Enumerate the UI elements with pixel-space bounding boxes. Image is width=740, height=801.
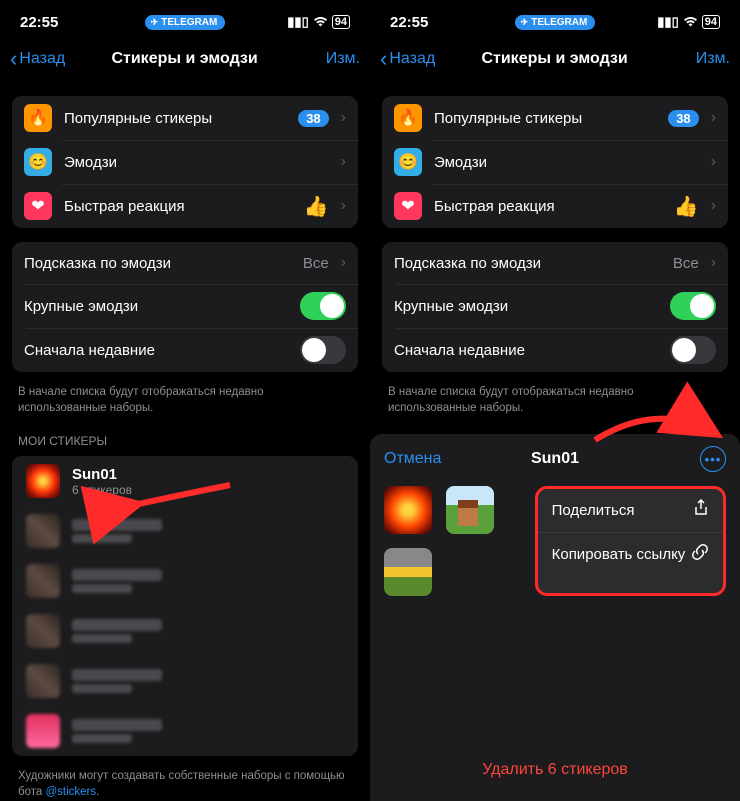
page-title: Стикеры и эмодзи <box>435 50 674 68</box>
chevron-right-icon: › <box>341 254 346 272</box>
status-right: ▮▮▯ 94 <box>640 14 720 30</box>
chevron-right-icon: › <box>341 153 346 171</box>
row-emoji[interactable]: 😊 Эмодзи › <box>382 140 728 184</box>
status-time: 22:55 <box>390 14 470 31</box>
row-large-emoji[interactable]: Крупные эмодзи <box>382 284 728 328</box>
group-settings: Подсказка по эмодзи Все › Крупные эмодзи… <box>12 242 358 372</box>
group-main: 🔥 Популярные стикеры 38 › 😊 Эмодзи › ❤ Б… <box>12 96 358 228</box>
chevron-right-icon: › <box>711 153 716 171</box>
chevron-right-icon: › <box>711 109 716 127</box>
link-icon <box>691 543 709 566</box>
menu-copy-link[interactable]: Копировать ссылку <box>538 532 723 576</box>
sticker-thumb-sun <box>26 464 60 498</box>
battery-icon: 94 <box>332 15 350 29</box>
context-menu: Поделиться Копировать ссылку <box>535 486 726 596</box>
sticker-set-blurred[interactable] <box>12 656 358 706</box>
toggle-large-emoji[interactable] <box>300 292 346 320</box>
row-recent-first[interactable]: Сначала недавние <box>382 328 728 372</box>
stickers-bot-link[interactable]: @stickers <box>45 786 96 798</box>
back-button[interactable]: ‹ Назад <box>10 50 65 68</box>
fire-icon: 🔥 <box>24 104 52 132</box>
more-button[interactable]: ••• <box>636 446 726 472</box>
settings-footer: В начале списка будут отображаться недав… <box>0 378 370 416</box>
heart-icon: ❤ <box>24 192 52 220</box>
status-bar: 22:55 ✈ TELEGRAM ▮▮▯ 94 <box>0 0 370 40</box>
sticker-house[interactable] <box>446 486 494 534</box>
sticker-set-sheet: Отмена Sun01 ••• Поделиться Копи <box>370 434 740 801</box>
fire-icon: 🔥 <box>394 104 422 132</box>
group-main: 🔥 Популярные стикеры 38 › 😊 Эмодзи › ❤ Б… <box>382 96 728 228</box>
row-suggest-emoji[interactable]: Подсказка по эмодзи Все › <box>382 242 728 284</box>
toggle-recent-first[interactable] <box>300 336 346 364</box>
telegram-pill[interactable]: ✈ TELEGRAM <box>145 15 226 30</box>
row-quick-reaction[interactable]: ❤ Быстрая реакция 👍 › <box>12 184 358 228</box>
status-time: 22:55 <box>20 14 100 31</box>
more-icon: ••• <box>700 446 726 472</box>
row-suggest-emoji[interactable]: Подсказка по эмодзи Все › <box>12 242 358 284</box>
thumbs-up-icon: 👍 <box>674 194 699 219</box>
sheet-title: Sun01 <box>474 450 636 468</box>
trending-badge: 38 <box>298 110 328 127</box>
heart-icon: ❤ <box>394 192 422 220</box>
page-title: Стикеры и эмодзи <box>65 50 304 68</box>
chevron-right-icon: › <box>711 197 716 215</box>
sticker-set-blurred[interactable] <box>12 506 358 556</box>
smile-icon: 😊 <box>24 148 52 176</box>
edit-button[interactable]: Изм. <box>674 50 730 68</box>
menu-share[interactable]: Поделиться <box>538 489 723 532</box>
right-screen: 22:55 ✈ TELEGRAM ▮▮▯ 94 ‹ Назад Стикеры … <box>370 0 740 801</box>
sticker-set-blurred[interactable] <box>12 606 358 656</box>
back-button[interactable]: ‹ Назад <box>380 50 435 68</box>
settings-footer: В начале списка будут отображаться недав… <box>370 378 740 416</box>
signal-icon: ▮▮▯ <box>657 14 678 30</box>
chevron-right-icon: › <box>711 254 716 272</box>
sticker-set-blurred[interactable] <box>12 556 358 606</box>
paper-plane-icon: ✈ <box>521 17 529 28</box>
paper-plane-icon: ✈ <box>151 17 159 28</box>
group-settings: Подсказка по эмодзи Все › Крупные эмодзи… <box>382 242 728 372</box>
section-header-my-stickers: МОИ СТИКЕРЫ <box>0 416 370 452</box>
artists-footer: Художники могут создавать собственные на… <box>0 762 370 800</box>
wifi-icon <box>313 15 328 30</box>
smile-icon: 😊 <box>394 148 422 176</box>
row-trending-stickers[interactable]: 🔥 Популярные стикеры 38 › <box>382 96 728 140</box>
toggle-recent-first[interactable] <box>670 336 716 364</box>
left-screen: 22:55 ✈ TELEGRAM ▮▮▯ 94 ‹ Назад Стикеры … <box>0 0 370 801</box>
chevron-left-icon: ‹ <box>10 52 17 65</box>
sticker-set-blurred[interactable] <box>12 706 358 756</box>
share-icon <box>693 499 709 522</box>
chevron-right-icon: › <box>341 197 346 215</box>
row-large-emoji[interactable]: Крупные эмодзи <box>12 284 358 328</box>
sticker-cat-burger[interactable] <box>384 548 432 596</box>
nav-bar: ‹ Назад Стикеры и эмодзи Изм. <box>370 40 740 82</box>
toggle-large-emoji[interactable] <box>670 292 716 320</box>
edit-button[interactable]: Изм. <box>304 50 360 68</box>
status-right: ▮▮▯ 94 <box>270 14 350 30</box>
row-quick-reaction[interactable]: ❤ Быстрая реакция 👍 › <box>382 184 728 228</box>
group-my-stickers: Sun01 6 стикеров <box>12 456 358 756</box>
nav-bar: ‹ Назад Стикеры и эмодзи Изм. <box>0 40 370 82</box>
trending-badge: 38 <box>668 110 698 127</box>
sticker-set-sun01[interactable]: Sun01 6 стикеров <box>12 456 358 506</box>
delete-stickers-button[interactable]: Удалить 6 стикеров <box>482 761 628 779</box>
wifi-icon <box>683 15 698 30</box>
row-recent-first[interactable]: Сначала недавние <box>12 328 358 372</box>
thumbs-up-icon: 👍 <box>304 194 329 219</box>
signal-icon: ▮▮▯ <box>287 14 308 30</box>
telegram-pill[interactable]: ✈ TELEGRAM <box>515 15 596 30</box>
chevron-right-icon: › <box>341 109 346 127</box>
status-bar: 22:55 ✈ TELEGRAM ▮▮▯ 94 <box>370 0 740 40</box>
battery-icon: 94 <box>702 15 720 29</box>
sticker-grid <box>384 486 521 596</box>
chevron-left-icon: ‹ <box>380 52 387 65</box>
sheet-cancel-button[interactable]: Отмена <box>384 450 474 468</box>
sticker-sun[interactable] <box>384 486 432 534</box>
row-emoji[interactable]: 😊 Эмодзи › <box>12 140 358 184</box>
row-trending-stickers[interactable]: 🔥 Популярные стикеры 38 › <box>12 96 358 140</box>
